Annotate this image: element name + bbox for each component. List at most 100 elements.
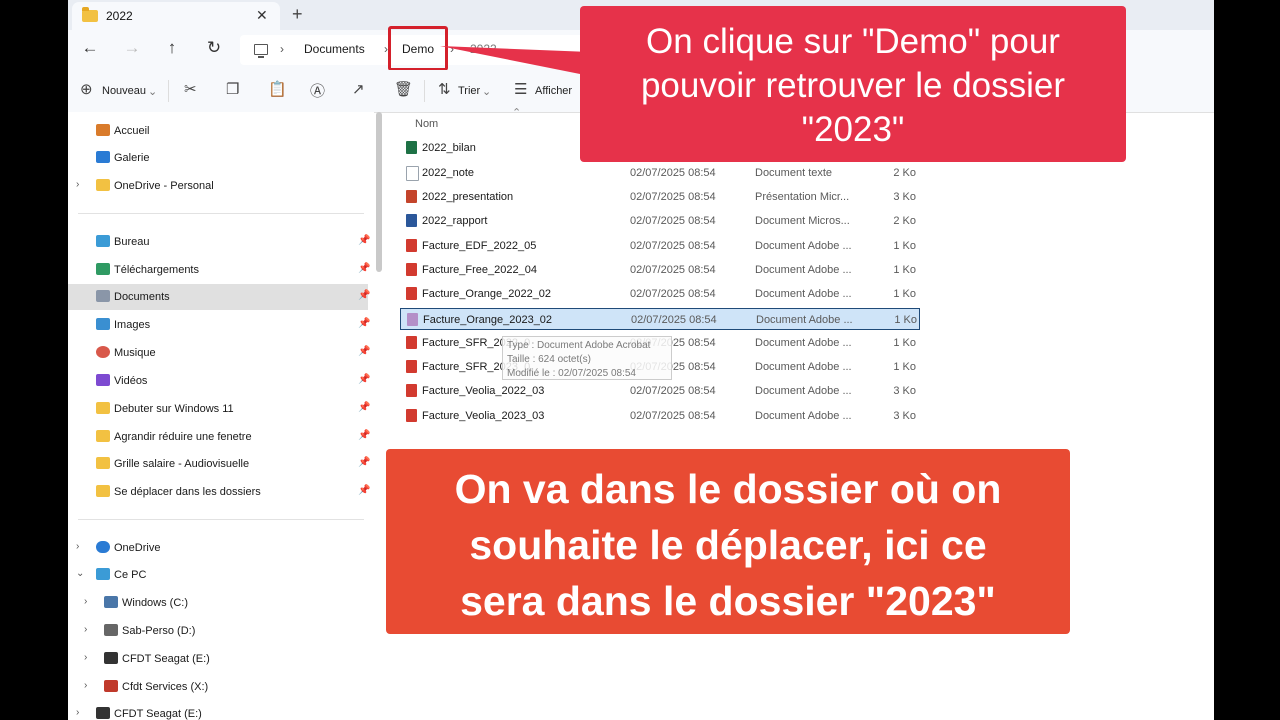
sidebar-item-windows-c[interactable]: › Windows (C:) <box>76 590 376 616</box>
sidebar-item-label: CFDT Seagat (E:) <box>114 708 202 720</box>
sort-button[interactable]: Trier <box>458 85 480 97</box>
chevron-right-icon[interactable]: › <box>84 624 87 635</box>
sidebar-item-grille-salaire[interactable]: Grille salaire - Audiovisuelle 📌 <box>68 451 370 477</box>
monitor-icon[interactable] <box>254 44 268 58</box>
file-row[interactable]: 2022_presentation 02/07/2025 08:54 Présent… <box>400 186 920 208</box>
chevron-down-icon[interactable]: ⌄ <box>76 568 84 579</box>
file-type: Présentation Micr... <box>755 191 850 203</box>
sidebar-item-cfdt-services-x[interactable]: › Cfdt Services (X:) <box>76 674 376 700</box>
sidebar-item-label: Grille salaire - Audiovisuelle <box>114 458 250 470</box>
sidebar-item-cfdt-seagat-e-2[interactable]: › CFDT Seagat (E:) <box>68 701 368 720</box>
desktop-icon <box>96 235 110 247</box>
sidebar-item-galerie[interactable]: Galerie <box>68 145 368 171</box>
sidebar-scrollbar[interactable] <box>376 112 382 272</box>
view-button[interactable]: Afficher <box>535 85 572 97</box>
column-header-name[interactable]: Nom <box>415 118 438 130</box>
file-date: 02/07/2025 08:54 <box>630 264 716 276</box>
callout-line: pouvoir retrouver le dossier <box>640 66 1066 105</box>
pdf-file-icon <box>406 239 417 252</box>
sidebar-item-label: Se déplacer dans les dossiers <box>114 486 261 498</box>
file-row[interactable]: Facture_Veolia_2022_03 02/07/2025 08:54 Do… <box>400 380 920 402</box>
file-row[interactable]: 2022_note 02/07/2025 08:54 Document texte 2… <box>400 162 920 184</box>
callout-line: "2023" <box>801 110 905 149</box>
file-size: 1 Ko <box>893 240 916 252</box>
sidebar-item-bureau[interactable]: Bureau 📌 <box>68 229 370 255</box>
chevron-right-icon[interactable]: › <box>76 707 79 718</box>
sidebar-item-debuter-windows[interactable]: Debuter sur Windows 11 📌 <box>68 396 370 422</box>
file-row[interactable]: 2022_rapport 02/07/2025 08:54 Document Mic… <box>400 210 920 232</box>
sidebar-item-onedrive-personal[interactable]: › OneDrive - Personal <box>68 173 368 199</box>
rename-icon[interactable]: Ⓐ <box>310 80 325 101</box>
delete-icon[interactable]: 🗑 <box>394 80 413 98</box>
folder-icon <box>96 457 110 469</box>
chevron-right-icon[interactable]: › <box>84 680 87 691</box>
breadcrumb-documents[interactable]: Documents <box>304 42 365 56</box>
pin-icon[interactable]: 📌 <box>358 485 370 496</box>
file-name: Facture_Veolia_2023_03 <box>422 410 545 422</box>
home-icon <box>96 124 110 136</box>
breadcrumb-separator: › <box>280 42 284 56</box>
paste-icon[interactable]: 📋 <box>268 80 287 98</box>
file-row[interactable]: Facture_Veolia_2023_03 02/07/2025 08:54 Do… <box>400 405 920 427</box>
sidebar-item-onedrive[interactable]: › OneDrive <box>68 535 368 561</box>
pin-icon[interactable]: 📌 <box>358 263 370 274</box>
new-tab-button[interactable]: + <box>292 4 303 25</box>
sidebar-item-label: Debuter sur Windows 11 <box>114 403 234 415</box>
file-type: Document Adobe ... <box>755 240 852 252</box>
up-button[interactable]: ↑ <box>160 38 184 58</box>
file-size: 1 Ko <box>893 288 916 300</box>
pin-icon[interactable]: 📌 <box>358 457 370 468</box>
file-row[interactable]: Facture_EDF_2022_05 02/07/2025 08:54 Docum… <box>400 235 920 257</box>
images-icon <box>96 318 110 330</box>
new-button[interactable]: Nouveau <box>102 85 146 97</box>
sidebar-item-musique[interactable]: Musique 📌 <box>68 340 370 366</box>
copy-icon[interactable]: ❐ <box>226 80 239 98</box>
add-circle-icon[interactable]: ⊕ <box>80 80 93 98</box>
sidebar-item-documents[interactable]: Documents 📌 <box>68 284 370 310</box>
refresh-button[interactable]: ↻ <box>202 38 226 58</box>
forward-button[interactable]: → <box>120 38 144 58</box>
back-button[interactable]: ← <box>78 38 102 58</box>
sidebar-item-cfdt-seagat-e[interactable]: › CFDT Seagat (E:) <box>76 646 376 672</box>
sidebar-item-videos[interactable]: Vidéos 📌 <box>68 368 370 394</box>
sidebar-item-accueil[interactable]: Accueil <box>68 118 368 144</box>
word-file-icon <box>406 214 417 227</box>
pdf-file-icon <box>406 263 417 276</box>
sidebar-item-images[interactable]: Images 📌 <box>68 312 370 338</box>
chevron-down-icon[interactable]: ⌄ <box>148 85 157 98</box>
pin-icon[interactable]: 📌 <box>358 235 370 246</box>
pin-icon[interactable]: 📌 <box>358 430 370 441</box>
cut-icon[interactable]: ✂ <box>184 80 197 98</box>
pin-icon[interactable]: 📌 <box>358 346 370 357</box>
tab-2022[interactable]: 2022 ✕ <box>72 2 280 30</box>
pin-icon[interactable]: 📌 <box>358 374 370 385</box>
sidebar-item-ce-pc[interactable]: ⌄ Ce PC <box>68 562 368 588</box>
sort-ascending-icon: ⌃ <box>512 107 522 119</box>
pin-icon[interactable]: 📌 <box>358 402 370 413</box>
pin-icon[interactable]: 📌 <box>358 318 370 329</box>
pdf-file-icon <box>406 384 417 397</box>
sidebar-item-telechargements[interactable]: Téléchargements 📌 <box>68 257 370 283</box>
chevron-right-icon[interactable]: › <box>76 541 79 552</box>
file-size: 3 Ko <box>893 191 916 203</box>
sidebar-item-sab-perso-d[interactable]: › Sab-Perso (D:) <box>76 618 376 644</box>
chevron-right-icon[interactable]: › <box>76 179 79 190</box>
file-row[interactable]: Facture_Free_2022_04 02/07/2025 08:54 Docu… <box>400 259 920 281</box>
file-date: 02/07/2025 08:54 <box>630 410 716 422</box>
share-icon[interactable]: ↗ <box>352 80 365 98</box>
pin-icon[interactable]: 📌 <box>358 290 370 301</box>
chevron-right-icon[interactable]: › <box>84 652 87 663</box>
sidebar-item-label: Accueil <box>114 125 150 137</box>
folder-icon <box>96 485 110 497</box>
file-row[interactable]: Facture_Orange_2022_02 02/07/2025 08:54 Do… <box>400 283 920 305</box>
file-row-selected[interactable]: Facture_Orange_2023_02 02/07/2025 08:54 Do… <box>400 308 920 330</box>
sidebar-item-se-deplacer[interactable]: Se déplacer dans les dossiers 📌 <box>68 479 370 505</box>
file-date: 02/07/2025 08:54 <box>630 167 716 179</box>
sidebar-item-agrandir-reduire[interactable]: Agrandir réduire une fenetre 📌 <box>68 424 370 450</box>
chevron-down-icon[interactable]: ⌄ <box>482 85 491 98</box>
excel-file-icon <box>406 141 417 154</box>
file-name: Facture_Veolia_2022_03 <box>422 385 545 397</box>
sidebar-item-label: OneDrive <box>114 542 161 554</box>
close-icon[interactable]: ✕ <box>256 7 268 24</box>
chevron-right-icon[interactable]: › <box>84 596 87 607</box>
